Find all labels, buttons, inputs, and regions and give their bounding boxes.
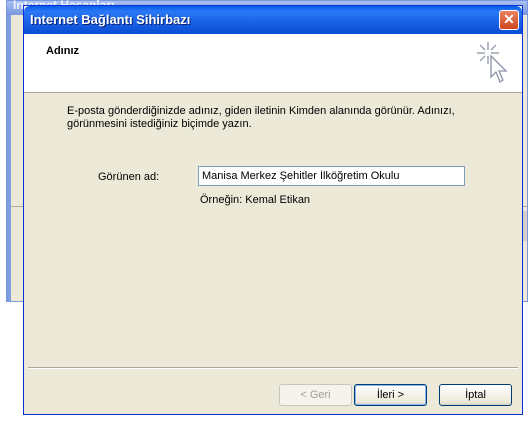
example-text: Örneğin: Kemal Etikan bbox=[200, 194, 311, 206]
display-name-input[interactable] bbox=[198, 166, 465, 186]
page-title: Adınız bbox=[46, 45, 79, 57]
display-name-label: Görünen ad: bbox=[98, 171, 160, 183]
next-button[interactable]: İleri > bbox=[354, 384, 427, 406]
back-button[interactable]: < Geri bbox=[279, 384, 352, 406]
close-icon: ✕ bbox=[503, 11, 515, 27]
wizard-body: E-posta gönderdiğinizde adınız, giden il… bbox=[24, 93, 522, 367]
description-text: E-posta gönderdiğinizde adınız, giden il… bbox=[67, 105, 455, 130]
wizard-header: Adınız bbox=[24, 34, 522, 93]
dialog-titlebar[interactable]: Internet Bağlantı Sihirbazı ✕ bbox=[24, 6, 522, 34]
cancel-button[interactable]: İptal bbox=[439, 384, 512, 406]
dialog-title: Internet Bağlantı Sihirbazı bbox=[30, 12, 191, 27]
footer-separator bbox=[28, 367, 518, 369]
wizard-wand-cursor-icon bbox=[477, 42, 508, 83]
close-button[interactable]: ✕ bbox=[499, 10, 519, 30]
connection-wizard-dialog: Internet Bağlantı Sihirbazı ✕ Adınız E-p… bbox=[23, 5, 523, 415]
background-window-frame bbox=[7, 15, 11, 301]
